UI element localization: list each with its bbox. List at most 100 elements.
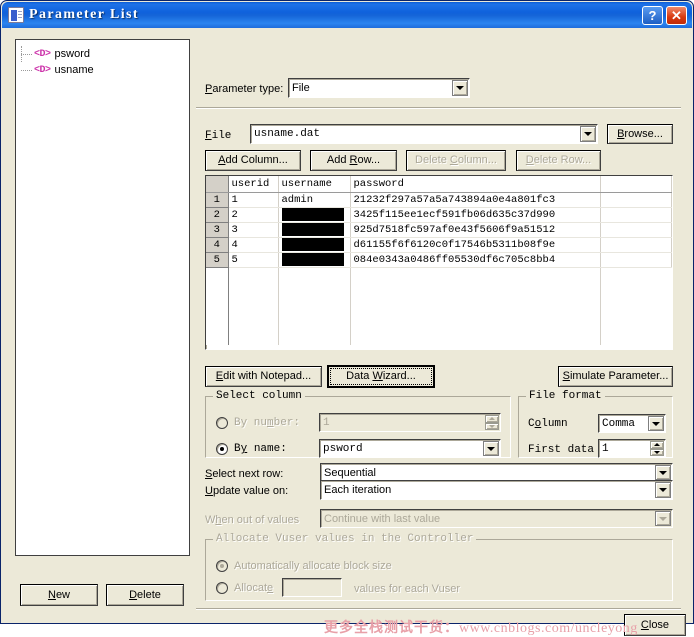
chevron-down-icon[interactable]	[483, 441, 499, 456]
column-header-username[interactable]: username	[278, 176, 351, 193]
cell-password[interactable]: d61155f6f6120c0f17546b5311b08f9e	[350, 237, 601, 253]
row-header[interactable]: 4	[206, 237, 229, 253]
cell-userid[interactable]: 3	[228, 222, 279, 238]
cell-empty[interactable]	[600, 222, 672, 238]
when-out-of-values-label: When out of values	[205, 514, 300, 526]
simulate-parameter-button[interactable]: Simulate Parameter...	[558, 366, 673, 387]
select-column-title: Select column	[213, 390, 305, 402]
cell-empty[interactable]	[600, 252, 672, 268]
parameter-data-grid[interactable]: userid username password 1 1 admin 21232…	[205, 175, 673, 350]
chevron-down-icon[interactable]	[655, 482, 671, 498]
radio-dot	[216, 417, 228, 429]
window-title: Parameter List	[29, 7, 139, 22]
spinner-down-icon[interactable]	[650, 448, 664, 456]
spinner-buttons[interactable]	[650, 441, 664, 456]
spinner-up-icon	[485, 415, 499, 423]
manual-allocate-label-before: Allocate	[234, 582, 274, 594]
cell-username-redacted[interactable]	[278, 222, 351, 238]
cell-password[interactable]: 3425f115ee1ecf591fb06d635c37d990	[350, 207, 601, 223]
cell-empty[interactable]	[600, 192, 672, 208]
grid-corner[interactable]	[206, 176, 229, 193]
new-button-label: New	[47, 588, 70, 601]
parameter-icon: <D>	[34, 64, 51, 76]
cell-username-redacted[interactable]	[278, 252, 351, 268]
parameter-type-combo[interactable]: File	[288, 78, 470, 98]
delete-button[interactable]: Delete	[106, 584, 184, 606]
cell-empty[interactable]	[600, 207, 672, 223]
update-value-on-label: Update value on:	[205, 485, 289, 497]
cell-userid[interactable]: 2	[228, 207, 279, 223]
by-name-combo[interactable]: psword	[319, 439, 501, 458]
cell-password[interactable]: 21232f297a57a5a743894a0e4a801fc3	[350, 192, 601, 208]
table-row[interactable]: 1 1 admin 21232f297a57a5a743894a0e4a801f…	[206, 192, 672, 208]
close-button-label: Close	[640, 618, 670, 631]
data-wizard-button[interactable]: Data Wizard...	[327, 365, 435, 388]
first-data-spinner[interactable]: 1	[598, 439, 666, 458]
cell-password[interactable]: 084e0343a0486ff05530df6c705c8bb4	[350, 252, 601, 268]
cell-empty[interactable]	[600, 237, 672, 253]
when-out-of-values-combo: Continue with last value	[320, 509, 673, 528]
row-header[interactable]: 2	[206, 207, 229, 223]
parameter-list-window: Parameter List ? ✕ <D> psword <D> usname…	[0, 0, 694, 636]
new-button[interactable]: New	[20, 584, 98, 606]
update-value-on-value: Each iteration	[320, 480, 673, 500]
cell-username-redacted[interactable]	[278, 207, 351, 223]
parameter-tree[interactable]: <D> psword <D> usname	[15, 39, 190, 556]
cell-userid[interactable]: 5	[228, 252, 279, 268]
spinner-down-icon	[485, 422, 499, 430]
table-row[interactable]: 2 2 3425f115ee1ecf591fb06d635c37d990	[206, 207, 672, 223]
add-column-button[interactable]: Add Column...	[205, 150, 301, 171]
tree-item-psword[interactable]: <D> psword	[21, 46, 189, 62]
close-icon[interactable]: ✕	[666, 6, 687, 25]
row-header[interactable]: 5	[206, 252, 229, 268]
by-name-value: psword	[319, 439, 501, 458]
delete-column-button: Delete Column...	[406, 150, 506, 171]
add-row-button[interactable]: Add Row...	[310, 150, 397, 171]
table-empty-rows	[206, 267, 672, 345]
radio-dot	[216, 560, 228, 572]
cell-username[interactable]: admin	[278, 192, 351, 208]
chevron-down-icon[interactable]	[452, 80, 468, 96]
radio-dot	[216, 443, 228, 455]
edit-with-notepad-button[interactable]: Edit with Notepad...	[205, 366, 322, 387]
chevron-down-icon[interactable]	[580, 126, 596, 142]
chevron-down-icon	[655, 511, 671, 526]
browse-button[interactable]: Browse...	[607, 124, 673, 144]
tree-item-label: usname	[54, 64, 94, 76]
file-format-title: File format	[526, 390, 605, 402]
add-column-label: Add Column...	[218, 154, 288, 166]
cell-userid[interactable]: 1	[228, 192, 279, 208]
update-value-on-combo[interactable]: Each iteration	[320, 480, 673, 500]
file-label: File	[205, 130, 232, 142]
title-bar[interactable]: Parameter List ? ✕	[2, 2, 692, 28]
auto-allocate-radio: Automatically allocate block size	[216, 560, 392, 572]
allocate-count-input	[282, 578, 342, 597]
data-table: userid username password 1 1 admin 21232…	[206, 176, 672, 345]
column-header-empty[interactable]	[600, 176, 672, 193]
row-header[interactable]: 1	[206, 192, 229, 208]
help-button[interactable]: ?	[642, 6, 663, 25]
add-row-label: Add Row...	[326, 154, 381, 166]
cell-username-redacted[interactable]	[278, 237, 351, 253]
tree-item-usname[interactable]: <D> usname	[21, 62, 189, 78]
table-row[interactable]: 5 5 084e0343a0486ff05530df6c705c8bb4	[206, 252, 672, 268]
spinner-up-icon[interactable]	[650, 441, 664, 449]
chevron-down-icon[interactable]	[655, 465, 671, 480]
chevron-down-icon[interactable]	[648, 416, 664, 431]
client-area: <D> psword <D> usname New Delete Paramet…	[2, 28, 692, 636]
column-header-userid[interactable]: userid	[228, 176, 279, 193]
file-combo[interactable]: usname.dat	[250, 124, 598, 144]
right-panel: Parameter type: File File usname.dat Bro…	[196, 36, 681, 616]
column-header-password[interactable]: password	[350, 176, 601, 193]
by-number-value: 1	[319, 413, 501, 432]
cell-password[interactable]: 925d7518fc597af0e43f5606f9a51512	[350, 222, 601, 238]
by-name-radio[interactable]: By name:	[216, 443, 287, 455]
row-header[interactable]: 3	[206, 222, 229, 238]
divider	[196, 608, 681, 610]
table-row[interactable]: 3 3 925d7518fc597af0e43f5606f9a51512	[206, 222, 672, 238]
close-button[interactable]: Close	[624, 614, 686, 636]
table-row[interactable]: 4 4 d61155f6f6120c0f17546b5311b08f9e	[206, 237, 672, 253]
cell-userid[interactable]: 4	[228, 237, 279, 253]
column-format-combo[interactable]: Comma	[598, 414, 666, 433]
parameter-type-value: File	[288, 78, 470, 98]
